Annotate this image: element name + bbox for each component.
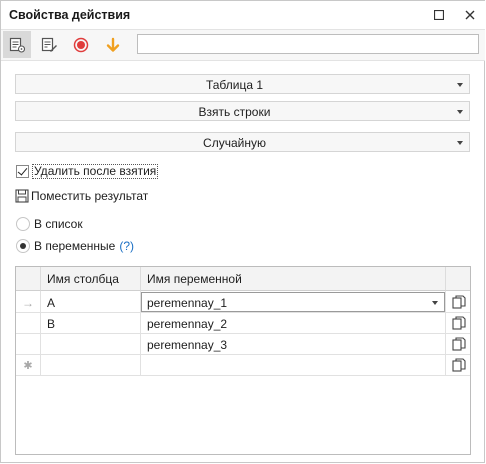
mapping-grid: Имя столбца Имя переменной → A peremenna… xyxy=(15,266,471,455)
row-1-variable-editor[interactable]: peremennay_1 xyxy=(141,292,445,312)
action-select-value: Взять строки xyxy=(198,105,271,119)
row-indicator xyxy=(16,334,40,355)
row-1-column-cell[interactable]: A xyxy=(47,296,55,310)
action-select[interactable]: Взять строки xyxy=(15,101,470,121)
to-list-label: В список xyxy=(34,217,83,231)
edit-notes-icon xyxy=(41,37,57,52)
delete-after-take-checkbox[interactable] xyxy=(16,164,29,178)
window-title: Свойства действия xyxy=(9,8,131,22)
to-variables-option[interactable]: В переменные (?) xyxy=(16,239,134,253)
to-list-radio[interactable] xyxy=(16,217,30,231)
square-icon xyxy=(434,10,444,20)
arrow-down-icon xyxy=(106,37,120,52)
record-icon xyxy=(73,37,89,52)
delete-after-take-label: Удалить после взятия xyxy=(32,163,159,179)
to-variables-radio[interactable] xyxy=(16,239,30,253)
row-3-variable-cell[interactable]: peremennay_3 xyxy=(147,338,227,352)
mode-select[interactable]: Случайную xyxy=(15,132,470,152)
delete-after-take-option[interactable]: Удалить после взятия xyxy=(16,163,159,179)
notes-tool-button[interactable] xyxy=(35,31,63,58)
close-button[interactable] xyxy=(461,6,479,24)
action-properties-window: Свойства действия Таблица 1 Взять строки… xyxy=(0,0,485,463)
row-3-copy-button[interactable] xyxy=(448,334,470,354)
row-current-indicator: → xyxy=(22,295,34,310)
row-2-copy-button[interactable] xyxy=(448,313,470,333)
row-indicator xyxy=(16,313,40,334)
grid-action-header xyxy=(446,267,470,291)
new-row-indicator: ✱ xyxy=(23,360,33,372)
title-bar: Свойства действия xyxy=(1,1,485,29)
row-1-variable-cell: peremennay_1 xyxy=(147,296,228,310)
chevron-down-icon xyxy=(457,83,463,87)
copy-icon xyxy=(452,358,466,372)
place-result-section: Поместить результат xyxy=(15,189,148,203)
mode-select-value: Случайную xyxy=(203,136,266,150)
copy-icon xyxy=(452,316,466,330)
close-icon xyxy=(465,10,475,20)
chevron-down-icon xyxy=(457,141,463,145)
search-input[interactable] xyxy=(137,34,479,54)
row-2-variable-cell[interactable]: peremennay_2 xyxy=(147,317,227,331)
chevron-down-icon[interactable] xyxy=(432,301,438,305)
properties-icon xyxy=(9,37,25,53)
place-result-label: Поместить результат xyxy=(31,189,149,203)
grid-corner-header xyxy=(16,267,41,291)
properties-tool-button[interactable] xyxy=(3,31,31,58)
to-list-option[interactable]: В список xyxy=(16,217,83,231)
save-icon xyxy=(15,189,29,203)
column-header-variable: Имя переменной xyxy=(141,267,446,291)
new-row-copy-button[interactable] xyxy=(448,355,470,375)
row-1-copy-button[interactable] xyxy=(448,292,470,312)
copy-icon xyxy=(452,337,466,351)
to-variables-label: В переменные xyxy=(34,239,116,253)
column-header-name: Имя столбца xyxy=(41,267,141,291)
toolbar xyxy=(1,29,485,61)
record-tool-button[interactable] xyxy=(67,31,95,58)
chevron-down-icon xyxy=(457,110,463,114)
copy-icon xyxy=(452,295,466,309)
table-select[interactable]: Таблица 1 xyxy=(15,74,470,94)
move-down-tool-button[interactable] xyxy=(99,31,127,58)
row-2-column-cell[interactable]: B xyxy=(47,317,55,331)
table-select-value: Таблица 1 xyxy=(205,78,264,92)
maximize-button[interactable] xyxy=(430,6,448,24)
help-link[interactable]: (?) xyxy=(119,239,134,253)
